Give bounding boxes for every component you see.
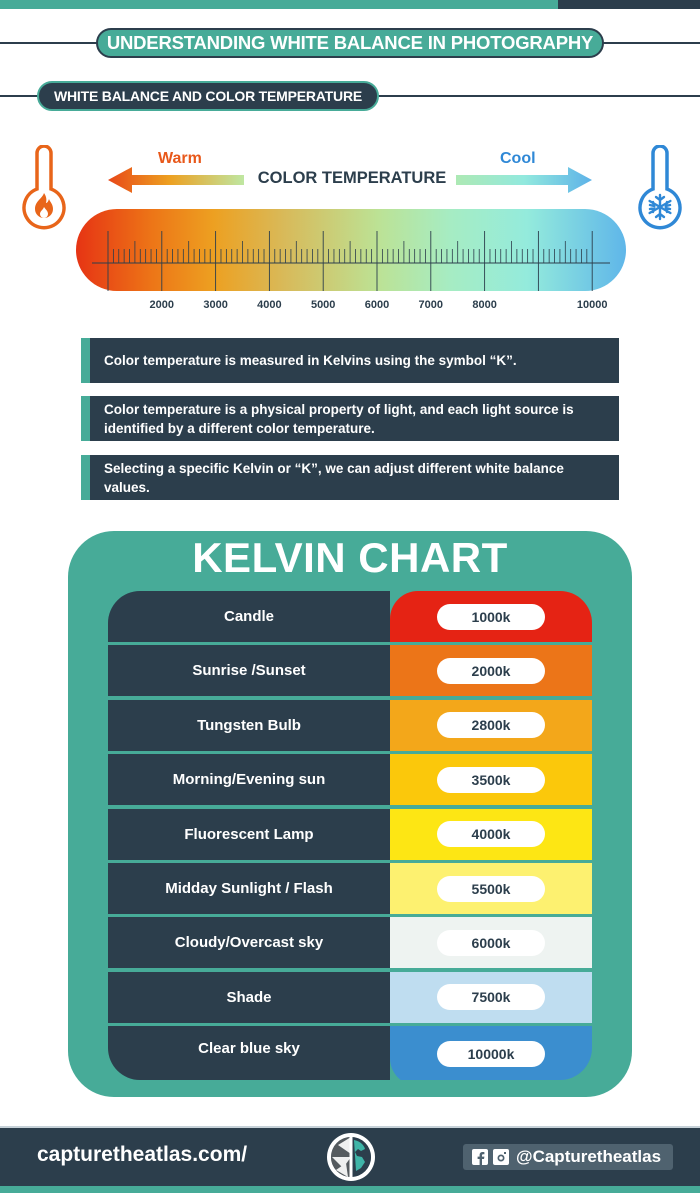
light-source-label: Shade bbox=[108, 971, 390, 1023]
footer-accent-bar bbox=[0, 1186, 700, 1193]
cool-arrow-icon bbox=[456, 167, 592, 193]
kelvin-row: Clear blue sky 10000k bbox=[108, 1026, 592, 1080]
light-source-label: Sunrise /Sunset bbox=[108, 645, 390, 697]
scale-tick-label: 4000 bbox=[257, 299, 282, 311]
kelvin-value-cell: 7500k bbox=[390, 971, 592, 1023]
aperture-globe-logo bbox=[327, 1133, 375, 1181]
color-temperature-title: COLOR TEMPERATURE bbox=[257, 169, 447, 187]
kelvin-value-cell: 6000k bbox=[390, 917, 592, 969]
kelvin-value-cell: 1000k bbox=[390, 591, 592, 642]
kelvin-chart-table: Candle 1000k Sunrise /Sunset 2000k Tungsten … bbox=[108, 591, 592, 1080]
kelvin-value-cell: 3500k bbox=[390, 754, 592, 806]
kelvin-value-pill: 7500k bbox=[437, 984, 545, 1011]
info-box: Color temperature is measured in Kelvins… bbox=[81, 338, 619, 383]
kelvin-row: Midday Sunlight / Flash 5500k bbox=[108, 863, 592, 914]
page-title: UNDERSTANDING WHITE BALANCE IN PHOTOGRAP… bbox=[96, 28, 604, 58]
kelvin-value-pill: 2000k bbox=[437, 657, 545, 684]
social-handle-badge[interactable]: @Capturetheatlas bbox=[463, 1144, 673, 1170]
light-source-label: Clear blue sky bbox=[108, 1026, 390, 1080]
section-title: WHITE BALANCE AND COLOR TEMPERATURE bbox=[37, 81, 379, 111]
top-accent-bar-dark bbox=[558, 0, 700, 9]
info-text: Selecting a specific Kelvin or “K”, we c… bbox=[104, 460, 564, 495]
info-box: Selecting a specific Kelvin or “K”, we c… bbox=[81, 455, 619, 500]
social-handle: @Capturetheatlas bbox=[516, 1147, 662, 1166]
scale-tick-label: 3000 bbox=[203, 299, 228, 311]
info-box: Color temperature is a physical property… bbox=[81, 396, 619, 441]
scale-tick-label: 5000 bbox=[310, 299, 336, 311]
warm-arrow-icon bbox=[108, 167, 244, 193]
kelvin-value-pill: 4000k bbox=[437, 821, 545, 848]
scale-tick-label: 2000 bbox=[149, 299, 175, 311]
scale-tick-label: 6000 bbox=[364, 299, 390, 311]
kelvin-value-cell: 5500k bbox=[390, 863, 592, 914]
light-source-label: Tungsten Bulb bbox=[108, 699, 390, 751]
kelvin-value-cell: 4000k bbox=[390, 808, 592, 860]
kelvin-row: Fluorescent Lamp 4000k bbox=[108, 808, 592, 860]
kelvin-row: Morning/Evening sun 3500k bbox=[108, 754, 592, 806]
light-source-label: Fluorescent Lamp bbox=[108, 808, 390, 860]
kelvin-row: Cloudy/Overcast sky 6000k bbox=[108, 917, 592, 969]
kelvin-row: Tungsten Bulb 2800k bbox=[108, 699, 592, 751]
kelvin-value-cell: 10000k bbox=[390, 1026, 592, 1080]
top-accent-bar bbox=[0, 0, 700, 9]
kelvin-value-pill: 10000k bbox=[437, 1041, 545, 1068]
light-source-label: Midday Sunlight / Flash bbox=[108, 863, 390, 914]
instagram-icon[interactable] bbox=[493, 1149, 509, 1165]
scale-tick-label: 10000 bbox=[576, 299, 608, 311]
scale-tick-label: 8000 bbox=[472, 299, 497, 311]
light-source-label: Cloudy/Overcast sky bbox=[108, 917, 390, 969]
kelvin-value-cell: 2800k bbox=[390, 699, 592, 751]
thermometer-fire-icon bbox=[22, 145, 66, 230]
temperature-scale bbox=[92, 231, 610, 291]
kelvin-value-pill: 3500k bbox=[437, 766, 545, 793]
kelvin-value-pill: 6000k bbox=[437, 929, 545, 956]
kelvin-row: Candle 1000k bbox=[108, 591, 592, 642]
kelvin-value-pill: 2800k bbox=[437, 712, 545, 739]
kelvin-value-pill: 1000k bbox=[437, 603, 545, 630]
light-source-label: Morning/Evening sun bbox=[108, 754, 390, 806]
kelvin-row: Sunrise /Sunset 2000k bbox=[108, 645, 592, 697]
info-text: Color temperature is measured in Kelvins… bbox=[104, 353, 517, 368]
kelvin-row: Shade 7500k bbox=[108, 971, 592, 1023]
kelvin-value-cell: 2000k bbox=[390, 645, 592, 697]
kelvin-value-pill: 5500k bbox=[437, 875, 545, 902]
info-text: Color temperature is a physical property… bbox=[104, 401, 574, 436]
facebook-icon[interactable] bbox=[472, 1149, 488, 1165]
scale-tick-label: 7000 bbox=[418, 299, 444, 311]
site-link[interactable]: capturetheatlas.com/ bbox=[37, 1143, 247, 1167]
light-source-label: Candle bbox=[108, 591, 390, 642]
thermometer-snowflake-icon bbox=[638, 145, 682, 230]
kelvin-chart-title: KELVIN CHART bbox=[192, 534, 508, 581]
